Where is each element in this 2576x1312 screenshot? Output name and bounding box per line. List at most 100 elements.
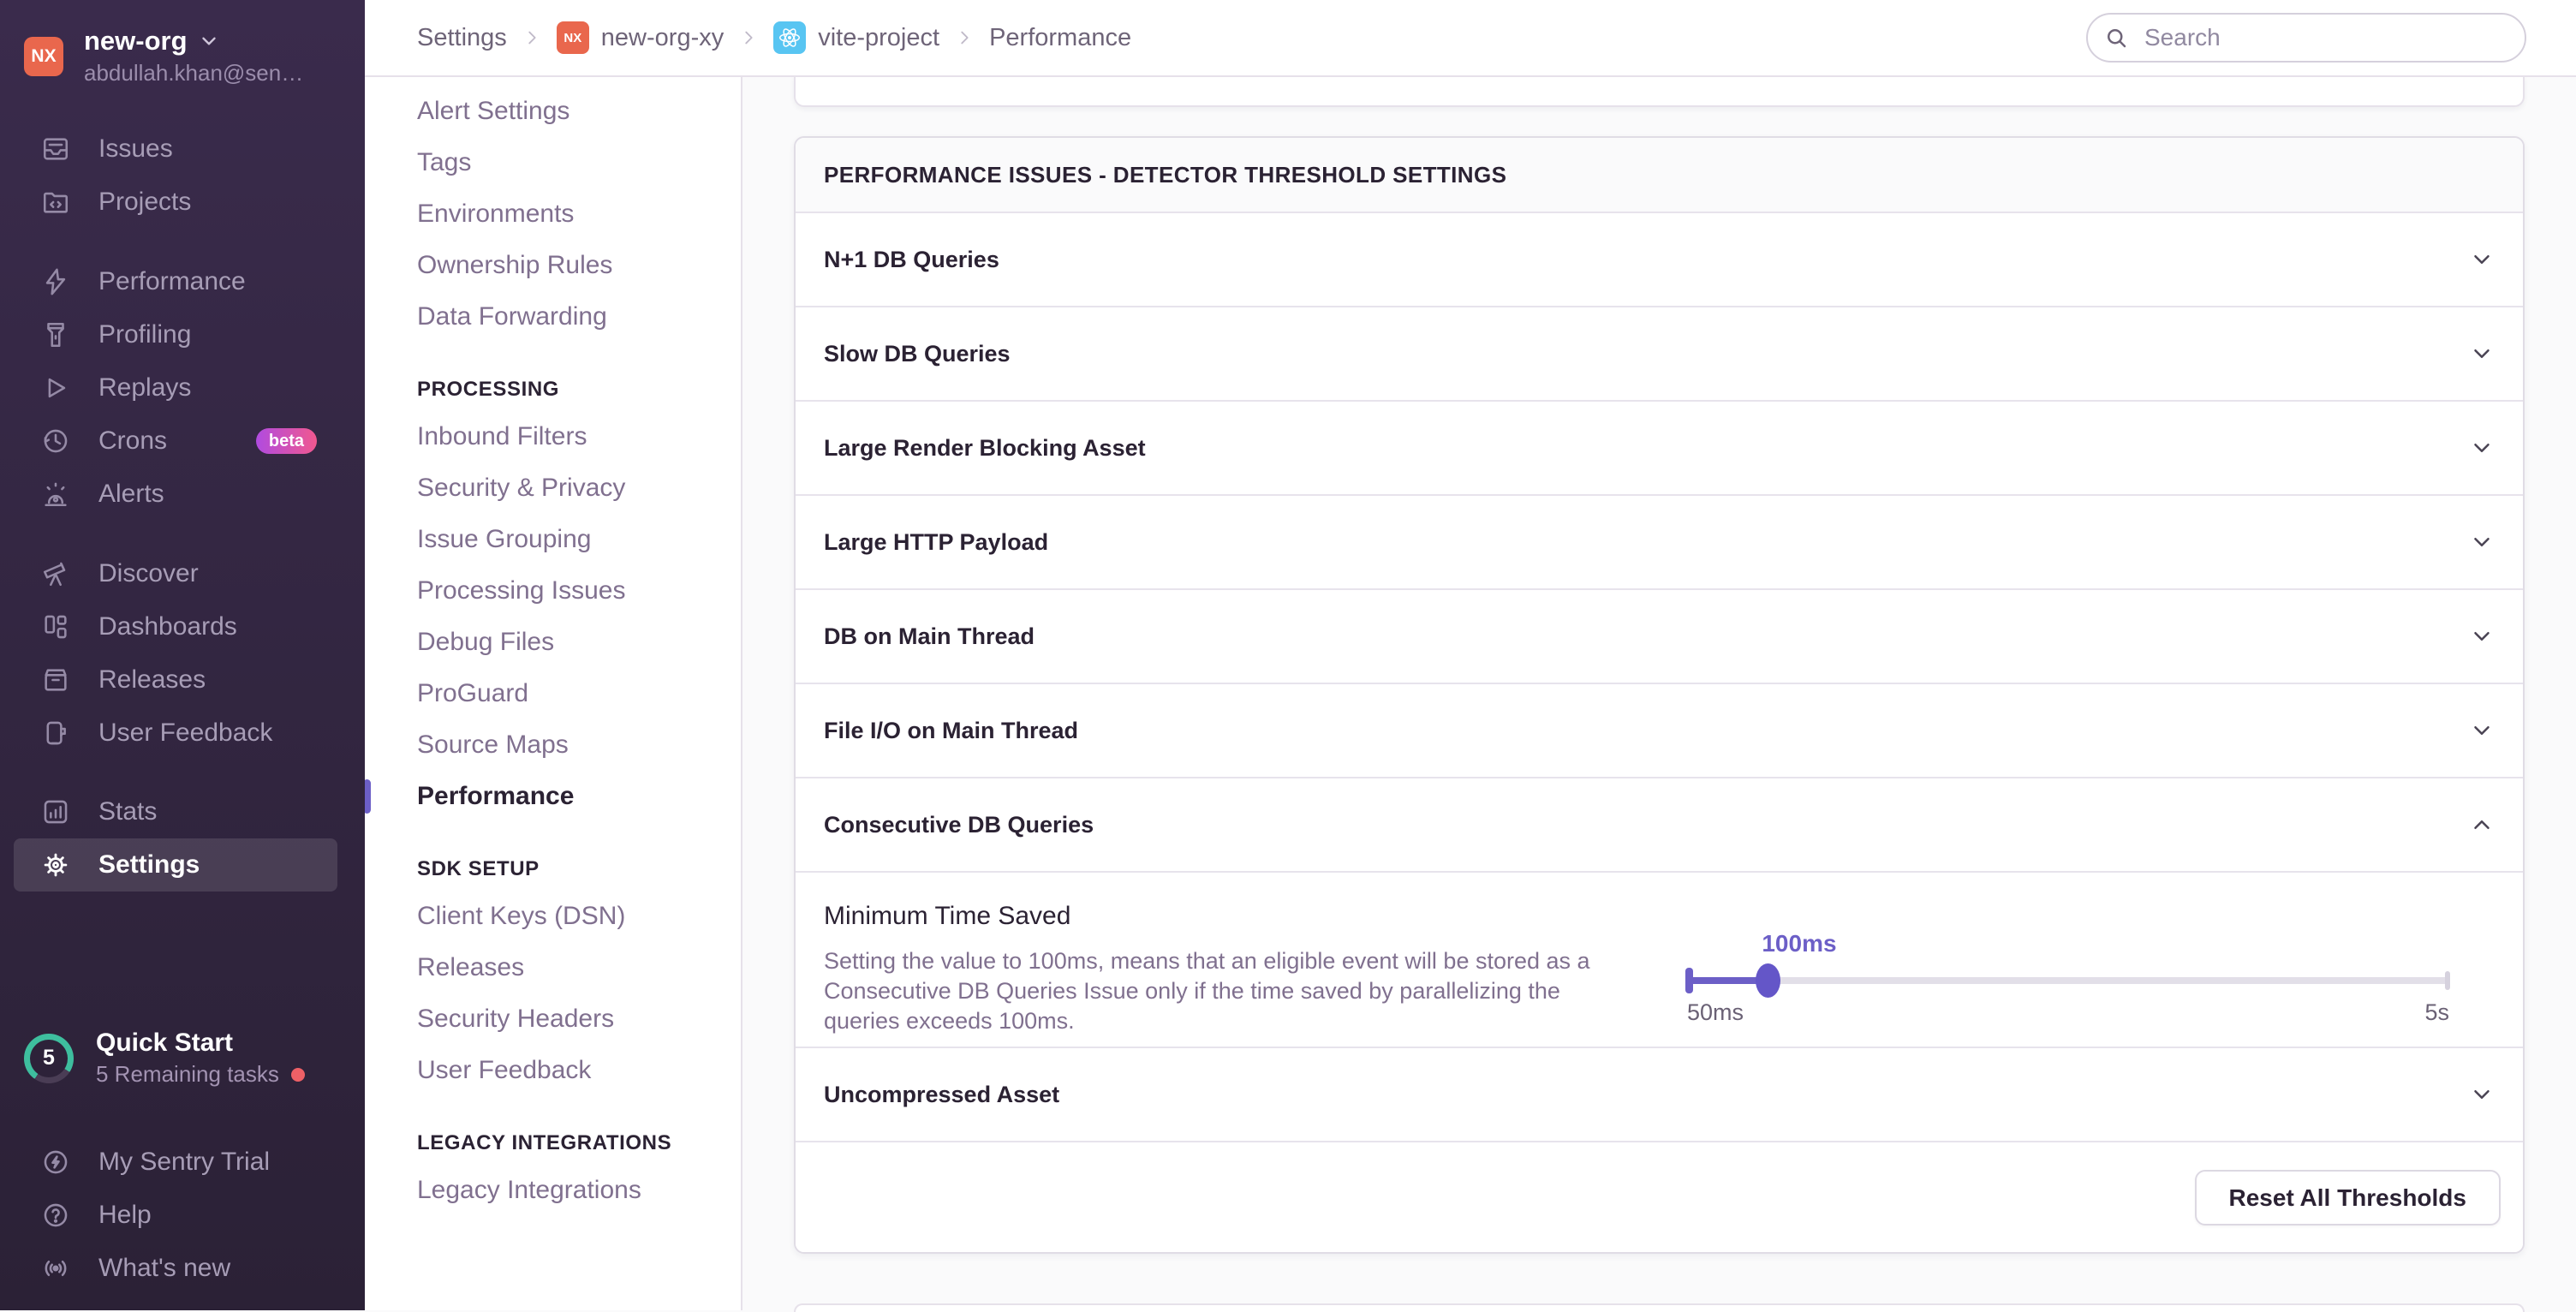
play-icon (41, 373, 70, 403)
main-sidebar: NX new-org abdullah.khan@sen… Issues Pro… (0, 0, 365, 1310)
sidebar-item-dashboards[interactable]: Dashboards (0, 600, 365, 653)
breadcrumb-project[interactable]: vite-project (773, 21, 939, 54)
settings-nav-processing-issues[interactable]: Processing Issues (365, 565, 741, 617)
search-box (2086, 13, 2526, 63)
settings-nav-issue-grouping[interactable]: Issue Grouping (365, 514, 741, 565)
sidebar-item-projects[interactable]: Projects (0, 176, 365, 229)
chevron-down-icon (2469, 341, 2495, 367)
quick-start-progress-ring: 5 (24, 1034, 74, 1083)
sidebar-item-label: Discover (98, 559, 199, 588)
quick-start-title: Quick Start (96, 1029, 305, 1058)
chevron-down-icon (2469, 435, 2495, 461)
next-panel-top-edge (794, 1303, 2525, 1312)
lightning-circle-icon (41, 1148, 70, 1177)
org-name: new-org (84, 26, 188, 57)
accordion-row-uncompressed-asset[interactable]: Uncompressed Asset (796, 1048, 2523, 1142)
slider-thumb[interactable] (1756, 963, 1780, 998)
sidebar-item-releases[interactable]: Releases (0, 653, 365, 707)
sidebar-item-label: Releases (98, 665, 206, 695)
org-switcher[interactable]: NX new-org abdullah.khan@sen… (0, 0, 365, 102)
settings-nav-user-feedback[interactable]: User Feedback (365, 1045, 741, 1096)
sidebar-item-my-sentry-trial[interactable]: My Sentry Trial (0, 1136, 365, 1189)
sidebar-item-label: Dashboards (98, 612, 237, 641)
breadcrumb-settings[interactable]: Settings (417, 24, 507, 52)
accordion-row-file-io-on-main-thread[interactable]: File I/O on Main Thread (796, 684, 2523, 778)
settings-nav-security-headers[interactable]: Security Headers (365, 993, 741, 1045)
sidebar-item-user-feedback[interactable]: User Feedback (0, 707, 365, 760)
sidebar-item-label: My Sentry Trial (98, 1148, 270, 1177)
sidebar-item-label: User Feedback (98, 719, 272, 748)
folder-code-icon (41, 188, 70, 217)
sidebar-item-issues[interactable]: Issues (0, 122, 365, 176)
accordion-row-db-on-main-thread[interactable]: DB on Main Thread (796, 590, 2523, 684)
slider-track[interactable]: 100ms 50ms 5s (1687, 977, 2449, 984)
sidebar-item-label: Replays (98, 373, 191, 403)
accordion-row-slow-db-queries[interactable]: Slow DB Queries (796, 307, 2523, 402)
accordion-row-consecutive-db-queries[interactable]: Consecutive DB Queries (796, 778, 2523, 873)
settings-nav-tags[interactable]: Tags (365, 137, 741, 188)
accordion-row-large-http-payload[interactable]: Large HTTP Payload (796, 496, 2523, 590)
settings-nav-performance[interactable]: Performance (365, 771, 741, 822)
settings-nav-inbound-filters[interactable]: Inbound Filters (365, 411, 741, 462)
quick-start-count: 5 (30, 1040, 68, 1077)
sidebar-item-label: What's new (98, 1254, 230, 1283)
slider-min-label: 50ms (1687, 999, 1744, 1026)
sidebar-item-discover[interactable]: Discover (0, 547, 365, 600)
settings-nav-releases[interactable]: Releases (365, 942, 741, 993)
settings-nav-data-forwarding[interactable]: Data Forwarding (365, 291, 741, 343)
search-input[interactable] (2086, 13, 2526, 63)
settings-nav-security-privacy[interactable]: Security & Privacy (365, 462, 741, 514)
sidebar-item-stats[interactable]: Stats (0, 785, 365, 838)
quick-start[interactable]: 5 Quick Start 5 Remaining tasks (0, 1029, 365, 1088)
breadcrumb-organization[interactable]: NX new-org-xy (557, 21, 724, 54)
previous-panel-bottom-edge (794, 75, 2525, 107)
settings-nav-source-maps[interactable]: Source Maps (365, 719, 741, 771)
settings-nav-group-processing: PROCESSING (365, 368, 741, 411)
breadcrumb-performance[interactable]: Performance (989, 24, 1131, 52)
sidebar-item-profiling[interactable]: Profiling (0, 308, 365, 361)
sidebar-item-whats-new[interactable]: What's new (0, 1242, 365, 1295)
help-icon (41, 1201, 70, 1230)
sidebar-item-settings[interactable]: Settings (14, 838, 337, 892)
sidebar-item-label: Performance (98, 267, 246, 296)
sidebar-divider (0, 229, 365, 255)
detector-threshold-panel: PERFORMANCE ISSUES - DETECTOR THRESHOLD … (794, 136, 2525, 1254)
slider-max-label: 5s (2424, 999, 2449, 1026)
sidebar-item-label: Projects (98, 188, 191, 217)
slider-max-tick (2445, 971, 2450, 990)
settings-nav-alert-settings[interactable]: Alert Settings (365, 86, 741, 137)
settings-nav-environments[interactable]: Environments (365, 188, 741, 240)
org-avatar: NX (557, 21, 589, 54)
sidebar-item-crons[interactable]: Crons beta (0, 414, 365, 468)
sidebar-item-replays[interactable]: Replays (0, 361, 365, 414)
reset-all-thresholds-button[interactable]: Reset All Thresholds (2195, 1170, 2501, 1226)
box-icon (41, 665, 70, 695)
settings-nav-client-keys[interactable]: Client Keys (DSN) (365, 891, 741, 942)
chevron-right-icon (522, 28, 541, 47)
flashlight-icon (41, 320, 70, 349)
sidebar-item-label: Alerts (98, 480, 164, 509)
sidebar-item-label: Settings (98, 850, 200, 880)
chevron-down-icon (2469, 247, 2495, 272)
slider-min-tick (1685, 968, 1693, 993)
org-avatar: NX (24, 37, 63, 76)
quick-start-subtitle: 5 Remaining tasks (96, 1061, 279, 1088)
accordion-row-n-plus-one-db-queries[interactable]: N+1 DB Queries (796, 213, 2523, 307)
chevron-right-icon (955, 28, 974, 47)
bar-chart-icon (41, 797, 70, 826)
settings-nav-debug-files[interactable]: Debug Files (365, 617, 741, 668)
sidebar-divider (0, 521, 365, 547)
beta-badge: beta (256, 428, 317, 454)
clock-icon (41, 426, 70, 456)
field-title: Minimum Time Saved (824, 902, 1070, 931)
sidebar-item-help[interactable]: Help (0, 1189, 365, 1242)
panel-header: PERFORMANCE ISSUES - DETECTOR THRESHOLD … (796, 138, 2523, 213)
sidebar-item-alerts[interactable]: Alerts (0, 468, 365, 521)
accordion-row-large-render-blocking-asset[interactable]: Large Render Blocking Asset (796, 402, 2523, 496)
settings-nav-ownership-rules[interactable]: Ownership Rules (365, 240, 741, 291)
settings-nav-proguard[interactable]: ProGuard (365, 668, 741, 719)
settings-nav-legacy-integrations[interactable]: Legacy Integrations (365, 1165, 741, 1216)
consecutive-db-queries-expanded: Minimum Time Saved Setting the value to … (796, 873, 2523, 1048)
sidebar-item-performance[interactable]: Performance (0, 255, 365, 308)
inbox-icon (41, 134, 70, 164)
